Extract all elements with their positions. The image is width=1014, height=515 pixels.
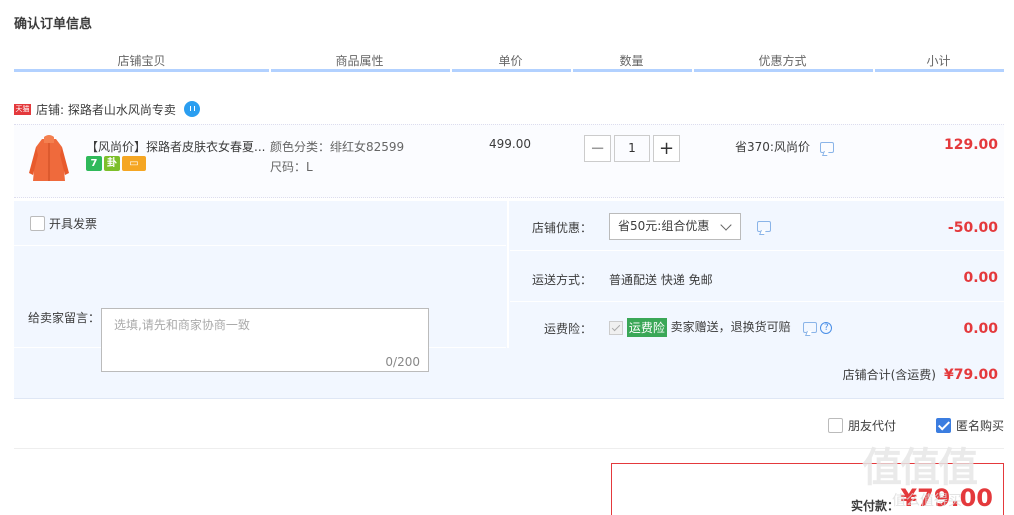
tmall-badge: 天猫	[14, 103, 31, 115]
insurance-text: 卖家赠送，退换货可赔	[670, 320, 791, 334]
quantity-stepper: − 1 +	[584, 135, 680, 162]
chat-icon[interactable]	[183, 101, 200, 117]
insurance-info: 运费险 卖家赠送，退换货可赔 ?	[609, 318, 833, 337]
column-divider	[507, 201, 509, 348]
watermark-logo: 值值值	[862, 445, 978, 491]
shop-total: 店铺合计(含运费) ¥79.00	[843, 366, 998, 383]
invoice-label: 开具发票	[49, 217, 98, 231]
anonymous-option[interactable]: 匿名购买	[936, 417, 1004, 434]
shop-line: 天猫 店铺: 探路者山水风尚专卖	[14, 100, 200, 118]
insurance-badge: 运费险	[626, 318, 667, 337]
invoice-option[interactable]: 开具发票	[30, 215, 97, 232]
insurance-row: 运费险： 运费险 卖家赠送，退换货可赔 ? 0.00	[510, 303, 1004, 348]
invoice-section: 开具发票	[14, 201, 506, 246]
header-separator	[571, 69, 573, 72]
message-label: 给卖家留言：	[28, 311, 101, 325]
message-char-count: 0/200	[385, 355, 420, 369]
friend-pay-label: 朋友代付	[848, 419, 897, 433]
item-title[interactable]: 【风尚价】探路者皮肤衣女春夏...	[86, 138, 276, 155]
item-discount: 省370:风尚价	[735, 138, 834, 155]
comment-icon[interactable]	[819, 142, 834, 153]
header-separator	[873, 69, 875, 72]
quantity-input[interactable]: 1	[614, 135, 650, 162]
fee-section: 店铺优惠： 省50元:组合优惠 -50.00 运送方式： 普通配送 快递 免邮 …	[510, 201, 1004, 348]
product-thumbnail[interactable]	[24, 133, 74, 185]
item-color-attr: 颜色分类：绯红女82599	[270, 140, 405, 154]
friend-pay-checkbox[interactable]	[828, 418, 843, 433]
shop-total-label: 店铺合计(含运费)	[842, 368, 936, 382]
anonymous-label: 匿名购买	[956, 419, 1005, 433]
item-subtotal: 129.00	[943, 137, 998, 153]
comment-icon[interactable]	[757, 221, 771, 232]
shipping-method: 普通配送 快递 免邮	[609, 273, 713, 287]
insurance-value: 0.00	[963, 321, 998, 337]
header-separator	[692, 69, 694, 72]
shop-discount-selected: 省50元:组合优惠	[618, 219, 710, 233]
shipping-label: 运送方式：	[531, 273, 592, 287]
insurance-label: 运费险：	[543, 322, 592, 336]
item-discount-label: 省370:风尚价	[735, 140, 810, 154]
credit-card-icon[interactable]: ▭	[122, 156, 146, 171]
message-section: 给卖家留言： 选填,请先和商家协商一致 0/200	[14, 247, 506, 372]
table-header: 店铺宝贝 商品属性 单价 数量 优惠方式 小计	[14, 52, 1004, 72]
page-title: 确认订单信息	[14, 17, 93, 32]
item-row: 【风尚价】探路者皮肤衣女春夏... 7 卦 ▭ 颜色分类：绯红女82599 尺码…	[14, 124, 1004, 198]
invoice-checkbox[interactable]	[30, 216, 45, 231]
unit-price: 499.00	[489, 137, 531, 151]
friend-pay-option[interactable]: 朋友代付	[828, 417, 896, 434]
payment-options: 朋友代付 匿名购买	[14, 405, 1004, 449]
shop-discount-value: -50.00	[947, 220, 998, 236]
shipping-row: 运送方式： 普通配送 快递 免邮 0.00	[510, 252, 1004, 302]
message-textarea[interactable]: 选填,请先和商家协商一致 0/200	[101, 308, 429, 372]
shop-total-value: ¥79.00	[943, 367, 998, 383]
shop-name[interactable]: 店铺: 探路者山水风尚专卖	[36, 101, 176, 118]
seven-day-return-icon[interactable]: 7	[86, 156, 102, 171]
decrease-button[interactable]: −	[584, 135, 611, 162]
watermark-text: 值么值得买	[892, 493, 962, 509]
order-options-panel: 开具发票 给卖家留言： 选填,请先和商家协商一致 0/200 店铺优惠： 省50…	[14, 201, 1004, 399]
comment-icon[interactable]	[802, 322, 817, 333]
chevron-down-icon	[720, 219, 732, 231]
header-separator	[269, 69, 271, 72]
insurance-checkbox	[609, 320, 623, 335]
header-underline	[14, 69, 1004, 72]
shop-discount-label: 店铺优惠：	[531, 221, 592, 235]
header-separator	[450, 69, 452, 72]
shipping-value: 0.00	[963, 270, 998, 286]
anonymous-checkbox[interactable]	[936, 418, 951, 433]
help-icon[interactable]: ?	[820, 321, 833, 334]
message-placeholder: 选填,请先和商家协商一致	[114, 318, 250, 332]
shop-discount-row: 店铺优惠： 省50元:组合优惠 -50.00	[510, 201, 1004, 251]
guarantee-icon[interactable]: 卦	[104, 156, 120, 171]
service-icons: 7 卦 ▭	[86, 156, 146, 171]
shop-discount-select[interactable]: 省50元:组合优惠	[609, 213, 741, 240]
item-size-attr: 尺码：L	[270, 160, 313, 174]
increase-button[interactable]: +	[653, 135, 680, 162]
